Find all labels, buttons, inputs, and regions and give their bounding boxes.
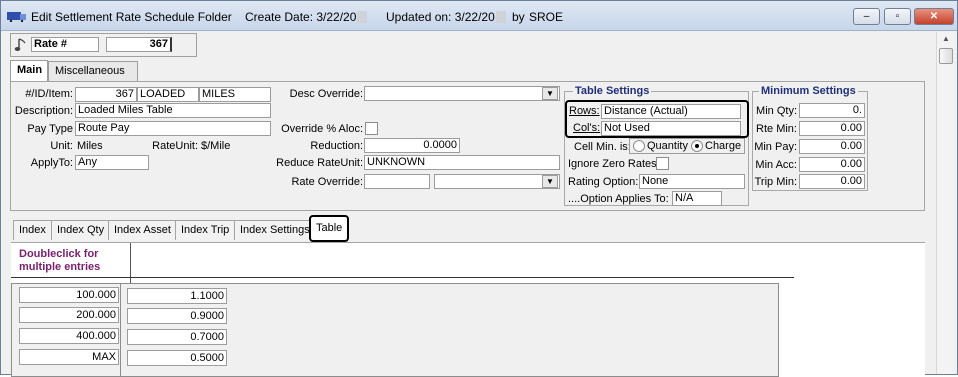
table-header-line <box>11 277 794 278</box>
id-item-label: #/ID/Item: <box>25 88 73 100</box>
rate-unit-label: RateUnit: <box>152 140 198 152</box>
minimum-settings-title: Minimum Settings <box>759 85 858 97</box>
settlement-rate-window: Edit Settlement Rate Schedule Folder Cre… <box>0 0 958 377</box>
note-icon <box>14 38 26 51</box>
unit-value: Miles <box>77 140 103 152</box>
rate-label: Rate # <box>31 37 99 52</box>
item-unit-field[interactable]: MILES <box>199 87 271 102</box>
min-qty-field[interactable]: 0. <box>799 103 865 118</box>
cols-field[interactable]: Not Used <box>601 121 741 136</box>
radio-quantity[interactable] <box>633 140 645 152</box>
cell-min-label: Cell Min. is: <box>574 141 631 153</box>
table-row-key[interactable]: MAX <box>19 349 119 365</box>
table-row-key[interactable]: 100.000 <box>19 287 119 303</box>
description-label: Description: <box>14 105 73 117</box>
rte-min-label: Rte Min: <box>756 123 797 135</box>
radio-quantity-label: Quantity <box>647 140 688 152</box>
scroll-up-arrow-icon[interactable]: ▲ <box>939 34 953 46</box>
description-field[interactable]: Loaded Miles Table <box>75 103 271 118</box>
table-column-divider <box>120 283 121 377</box>
tab-index-trip[interactable]: Index Trip <box>175 220 236 240</box>
create-date: Create Date: 3/22/20 <box>245 10 368 24</box>
min-acc-field[interactable]: 0.00 <box>799 157 865 172</box>
apply-to-field[interactable]: Any <box>75 155 149 170</box>
updated-date: Updated on: 3/22/20 <box>386 10 506 24</box>
table-settings-title: Table Settings <box>573 85 652 97</box>
trip-min-field[interactable]: 0.00 <box>799 174 865 189</box>
chevron-down-icon[interactable]: ▼ <box>542 175 558 188</box>
chevron-down-icon[interactable]: ▼ <box>542 87 558 100</box>
radio-charge-label: Charge <box>705 140 742 152</box>
by-label: by <box>512 10 525 24</box>
tab-index-settings[interactable]: Index Settings <box>234 220 316 240</box>
rate-override-label: Rate Override: <box>291 176 363 188</box>
rate-table-area: Doubleclick for multiple entries 100.000… <box>11 242 925 377</box>
vertical-scrollbar[interactable]: ▲ <box>936 32 954 374</box>
tab-main[interactable]: Main <box>10 60 48 82</box>
tab-index[interactable]: Index <box>13 220 52 240</box>
trip-min-label: Trip Min: <box>754 176 797 188</box>
reduction-label: Reduction: <box>310 140 363 152</box>
app-icon <box>7 12 26 22</box>
cols-label: Col's: <box>573 122 601 134</box>
tab-index-asset[interactable]: Index Asset <box>108 220 177 240</box>
rate-override-field[interactable] <box>364 174 430 189</box>
unit-label: Unit: <box>50 140 73 152</box>
rating-option-field[interactable]: None <box>639 174 745 189</box>
desc-override-label: Desc Override: <box>289 88 363 100</box>
min-pay-field[interactable]: 0.00 <box>799 139 865 154</box>
updated-by-user: SROE <box>529 10 564 24</box>
radio-charge[interactable] <box>691 140 703 152</box>
override-aloc-checkbox[interactable] <box>365 122 378 135</box>
redacted-year <box>495 11 506 23</box>
redacted-year <box>357 11 368 23</box>
minimize-button[interactable]: – <box>853 8 880 25</box>
window-title: Edit Settlement Rate Schedule Folder <box>31 10 232 24</box>
option-applies-label: ....Option Applies To: <box>568 193 669 205</box>
pay-type-label: Pay Type <box>27 123 73 135</box>
table-row-rate[interactable]: 0.5000 <box>127 350 227 366</box>
title-bar: Edit Settlement Rate Schedule Folder Cre… <box>1 1 957 31</box>
rte-min-field[interactable]: 0.00 <box>799 121 865 136</box>
min-acc-label: Min Acc: <box>755 159 797 171</box>
tab-miscellaneous[interactable]: Miscellaneous <box>48 61 138 81</box>
table-row-key[interactable]: 400.000 <box>19 328 119 344</box>
reduce-rate-unit-field[interactable]: UNKNOWN <box>364 155 560 170</box>
ignore-zero-rates-label: Ignore Zero Rates <box>568 158 657 170</box>
min-qty-label: Min Qty: <box>756 105 797 117</box>
rate-number-field[interactable]: 367 <box>106 37 172 52</box>
rate-unit-value: $/Mile <box>201 140 231 152</box>
desc-override-dropdown[interactable] <box>364 86 560 101</box>
tab-table[interactable]: Table <box>309 215 350 242</box>
rating-option-label: Rating Option: <box>568 176 639 188</box>
table-row-rate[interactable]: 0.7000 <box>127 329 227 345</box>
reduction-field[interactable]: 0.0000 <box>364 138 460 153</box>
scroll-thumb[interactable] <box>939 48 953 64</box>
id-field[interactable]: 367 <box>75 87 137 102</box>
close-button[interactable]: ✕ <box>914 8 954 25</box>
table-row-key[interactable]: 200.000 <box>19 307 119 323</box>
rows-field[interactable]: Distance (Actual) <box>601 104 741 119</box>
option-applies-field[interactable]: N/A <box>672 191 722 206</box>
restore-button[interactable]: ▫ <box>884 8 911 25</box>
override-aloc-label: Override % Aloc: <box>281 123 363 135</box>
table-row-rate[interactable]: 1.1000 <box>127 288 227 304</box>
pay-type-field[interactable]: Route Pay <box>75 121 271 136</box>
item-field[interactable]: LOADED <box>137 87 199 102</box>
reduce-rate-unit-label: Reduce RateUnit: <box>276 157 363 169</box>
apply-to-label: ApplyTo: <box>30 157 73 169</box>
rows-label: Rows: <box>569 105 600 117</box>
table-row-rate[interactable]: 0.9000 <box>127 308 227 324</box>
min-pay-label: Min Pay: <box>754 141 797 153</box>
ignore-zero-rates-checkbox[interactable] <box>656 157 669 170</box>
tab-index-qty[interactable]: Index Qty <box>51 220 111 240</box>
rate-header: Rate # 367 <box>10 33 197 57</box>
